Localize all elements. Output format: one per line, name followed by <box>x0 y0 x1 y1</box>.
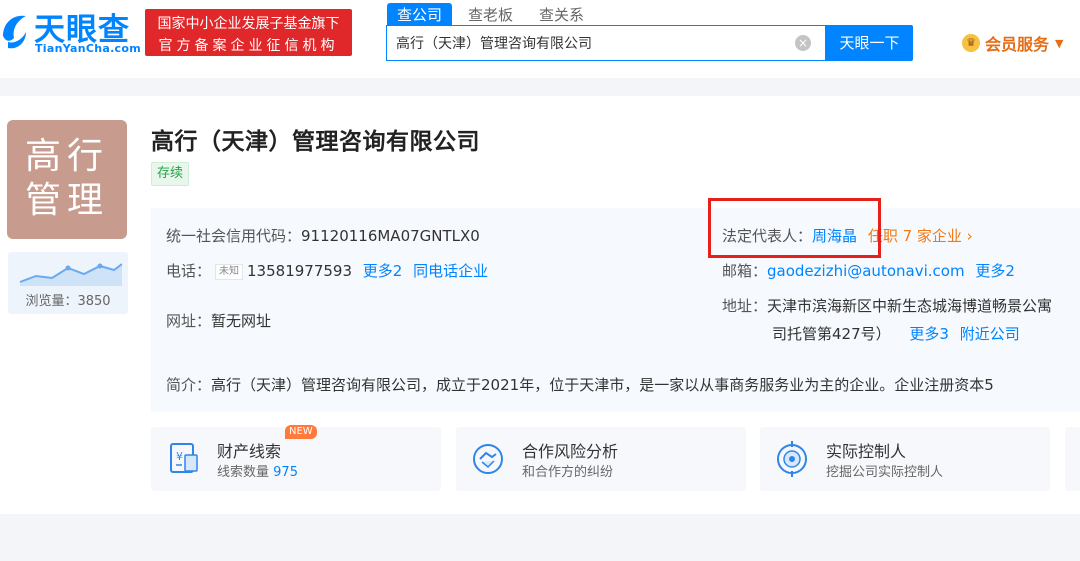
feature-title: 合作风险分析 <box>522 442 619 461</box>
feature-asset-clues[interactable]: ¥ 财产线索 NEW 线索数量 975 <box>151 425 441 491</box>
gov-badge-line1: 国家中小企业发展子基金旗下 <box>157 16 340 32</box>
credit-code-label: 统一社会信用代码： <box>166 227 302 245</box>
address-row: 地址：天津市滨海新区中新生态城海博道畅景公寓 <box>722 295 1052 316</box>
company-logo-line1: 高行 <box>24 136 109 177</box>
views-box: 浏览量：3850 <box>8 252 128 314</box>
company-name: 高行（天津）管理咨询有限公司 <box>151 129 480 155</box>
feature-title: 实际控制人 <box>826 442 907 461</box>
phone-tag: 未知 <box>215 264 244 280</box>
gov-badge[interactable]: 国家中小企业发展子基金旗下 官方备案企业征信机构 <box>145 9 352 56</box>
clue-count: 975 <box>273 465 298 480</box>
feature-title: 财产线索 <box>217 442 282 461</box>
nearby-company-link[interactable]: 附近公司 <box>960 325 1020 343</box>
clue-count-label: 线索数量 <box>217 465 270 480</box>
address-line1: 天津市滨海新区中新生态城海博道畅景公寓 <box>767 297 1053 315</box>
company-logo-line2: 管理 <box>24 180 109 221</box>
feature-subtitle: 挖掘公司实际控制人 <box>826 465 944 480</box>
feature-actual-controller[interactable]: 实际控制人 挖掘公司实际控制人 <box>760 427 1050 491</box>
search-input[interactable] <box>387 26 787 60</box>
gov-badge-line2: 官方备案企业征信机构 <box>158 38 339 54</box>
chevron-down-icon: ▼ <box>1055 36 1064 50</box>
tab-boss[interactable]: 查老板 <box>458 3 523 26</box>
search-button[interactable]: 天眼一下 <box>826 25 913 61</box>
address-line2: 司托管第427号） <box>772 325 891 343</box>
same-phone-link[interactable]: 同电话企业 <box>413 262 488 280</box>
feature-partial[interactable] <box>1065 427 1080 491</box>
tab-company[interactable]: 查公司 <box>387 3 453 26</box>
clear-icon[interactable]: × <box>795 35 811 51</box>
feature-subtitle: 线索数量 975 <box>217 461 298 480</box>
company-card: 高行 管理 浏览量：3850 高行（天津）管理咨询有限公司 存续 统一社会信用代… <box>0 96 1080 514</box>
website-row: 网址：暂无网址 <box>166 310 271 331</box>
website-label: 网址： <box>166 312 212 330</box>
target-icon <box>777 441 807 477</box>
phone-more-link[interactable]: 更多2 <box>363 262 403 280</box>
search-box: × <box>386 25 826 61</box>
website-value: 暂无网址 <box>211 312 272 330</box>
eye-logo-icon <box>3 15 26 49</box>
phone-label: 电话： <box>166 262 212 280</box>
new-badge: NEW <box>285 425 317 439</box>
address-label: 地址： <box>722 297 768 315</box>
document-money-icon: ¥ <box>170 443 198 473</box>
phone-row: 电话： 未知 13581977593 更多2 同电话企业 <box>166 260 488 281</box>
views-label: 浏览量： <box>25 294 78 309</box>
feature-subtitle: 和合作方的纠纷 <box>522 465 614 480</box>
highlight-box <box>708 198 881 258</box>
phone-value[interactable]: 13581977593 <box>247 262 352 280</box>
credit-code-value[interactable]: 91120116MA07GNTLX0 <box>301 227 480 245</box>
address-row-2: 司托管第427号） 更多3 附近公司 <box>772 323 1020 344</box>
intro-label: 简介： <box>166 376 212 394</box>
email-row: 邮箱：gaodezizhi@autonavi.com 更多2 <box>722 260 1015 281</box>
tab-relation[interactable]: 查关系 <box>529 3 594 26</box>
company-logo: 高行 管理 <box>7 120 127 239</box>
handshake-shield-icon <box>473 444 503 474</box>
info-panel: 统一社会信用代码：91120116MA07GNTLX0 电话： 未知 1358197… <box>151 208 1080 412</box>
crown-icon: ♛ <box>962 34 980 52</box>
search-tabs: 查公司 查老板 查关系 <box>387 3 600 27</box>
views-count: 浏览量：3850 <box>8 290 128 309</box>
feature-cooperation-risk[interactable]: 合作风险分析 和合作方的纠纷 <box>456 427 746 491</box>
logo-subtext: TianYanCha.com <box>35 42 141 55</box>
credit-code-row: 统一社会信用代码：91120116MA07GNTLX0 <box>166 225 480 246</box>
views-value: 3850 <box>77 294 111 309</box>
email-more-link[interactable]: 更多2 <box>975 262 1015 280</box>
positions-link[interactable]: 任职 7 家企业 › <box>868 227 973 245</box>
svg-text:¥: ¥ <box>176 450 183 463</box>
intro-row: 简介：高行（天津）管理咨询有限公司，成立于2021年，位于天津市，是一家以从事商… <box>166 374 994 395</box>
email-label: 邮箱： <box>722 262 768 280</box>
intro-text: 高行（天津）管理咨询有限公司，成立于2021年，位于天津市，是一家以从事商务服务… <box>211 376 994 394</box>
vip-label: 会员服务 <box>985 35 1050 54</box>
tianyancha-logo[interactable]: 天眼查 TianYanCha.com <box>0 4 141 60</box>
address-more-link[interactable]: 更多3 <box>909 325 949 343</box>
vip-service-menu[interactable]: ♛ 会员服务 ▼ <box>962 31 1063 55</box>
email-link[interactable]: gaodezizhi@autonavi.com <box>767 262 965 280</box>
top-bar: 天眼查 TianYanCha.com 国家中小企业发展子基金旗下 官方备案企业征… <box>0 0 1080 78</box>
sparkline-icon <box>19 263 122 286</box>
status-badge: 存续 <box>151 162 190 186</box>
